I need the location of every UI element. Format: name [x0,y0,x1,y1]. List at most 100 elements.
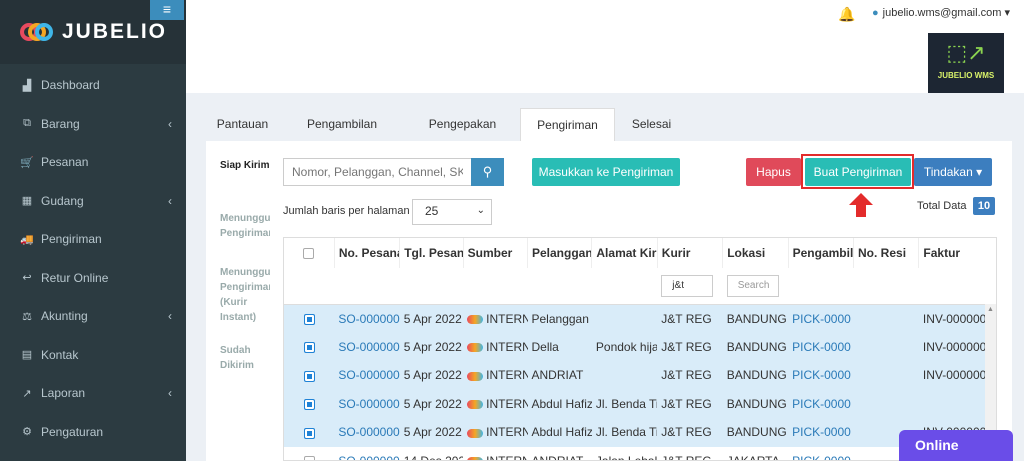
cloud-icon [467,343,484,353]
sidebar-item-dashboard[interactable]: ▟ Dashboard [0,66,186,105]
pick-number-link[interactable]: PICK-0000 [792,368,851,382]
column-header-faktur[interactable]: Faktur [918,238,996,268]
cell-sumber: INTERNAL [463,447,528,460]
table-row[interactable]: SO-0000005 Apr 2022 INTERNALAbdul HafizJl… [284,418,996,447]
tab-pengiriman[interactable]: Pengiriman [520,108,615,141]
cell-sumber: INTERNAL [463,418,528,447]
substep-sudah-dikirim[interactable]: Sudah Dikirim [220,343,270,373]
balance-scale-icon: ⚖ [22,310,32,323]
cell-tgl: 5 Apr 2022 [399,361,464,390]
order-number-link[interactable]: SO-000000 [338,368,399,382]
substep-menunggu-pengiriman-kurir-instant[interactable]: Menunggu Pengiriman (Kurir Instant) [220,265,270,325]
cell-alamat [591,304,658,333]
cell-lokasi: BANDUNG [722,304,789,333]
search-icon[interactable]: ⚲ [471,158,504,186]
building-icon: ▦ [21,195,33,208]
cell-lokasi: BANDUNG [722,332,789,361]
sidebar-item-label: Akunting [41,309,88,324]
cell-lokasi: JAKARTA [726,453,780,461]
user-menu[interactable]: ● jubelio.wms@gmail.com ▾ [872,6,1010,19]
shopping-cart-icon: 🛒 [20,156,34,169]
order-number-link[interactable]: SO-000000 [338,454,399,460]
sidebar-item-barang[interactable]: ⧉ Barang ‹ [0,105,186,144]
table-row[interactable]: SO-0000005 Apr 2022 INTERNALDellaPondok h… [284,332,996,361]
pick-number-link[interactable]: PICK-0000 [792,340,851,354]
tab-selesai[interactable]: Selesai [615,108,688,141]
column-header-no-resi[interactable]: No. Resi [853,238,920,268]
pick-number-link[interactable]: PICK-0000 [792,312,851,326]
cell-alamat: Jl. Benda Timur [591,389,658,418]
cell-no: SO-000000 [334,332,400,361]
pick-number-link[interactable]: PICK-0000 [792,454,851,460]
row-checkbox[interactable] [303,313,315,325]
cell-no: SO-000000 [334,418,400,447]
row-checkbox[interactable] [303,342,315,354]
cell-sumber: INTERNAL [463,304,528,333]
column-header-lokasi[interactable]: Lokasi [722,238,789,268]
pick-number-link[interactable]: PICK-0000 [792,397,851,411]
sidebar-item-kontak[interactable]: ▤ Kontak [0,336,186,375]
sidebar-item-gudang[interactable]: ▦ Gudang ‹ [0,182,186,221]
order-number-link[interactable]: SO-000000 [338,340,399,354]
column-header-tgl-pesanan[interactable]: Tgl. Pesanan [399,238,464,268]
hamburger-icon[interactable]: ≡ [150,0,184,20]
row-select-cell [284,304,335,333]
online-chat-button[interactable]: Online [899,430,1013,461]
column-header-alamat-kirim[interactable]: Alamat Kirim [591,238,658,268]
wms-chart-icon: ⬚↗ [946,40,986,65]
row-select-cell [284,418,335,447]
row-checkbox[interactable] [303,456,315,460]
sidebar-item-retur-online[interactable]: ↩ Retur Online [0,259,186,298]
order-number-link[interactable]: SO-000000 [338,425,399,439]
lokasi-filter-input[interactable]: Search [726,274,779,297]
tab-pengambilan[interactable]: Pengambilan [279,108,405,141]
table-row[interactable]: SO-0000005 Apr 2022 INTERNALAbdul HafizJl… [284,389,996,418]
table-row[interactable]: SO-0000005 Apr 2022 INTERNALPelanggan Umu… [284,304,996,333]
order-number-link[interactable]: SO-000000 [338,312,399,326]
kurir-filter-input[interactable]: j&t [661,274,714,297]
sidebar-item-akunting[interactable]: ⚖ Akunting ‹ [0,297,186,336]
column-header-no-pesanan[interactable]: No. Pesanan [334,238,401,268]
cell-alamat [591,361,658,390]
buat-pengiriman-button[interactable]: Buat Pengiriman [805,158,911,186]
pick-number-link[interactable]: PICK-0000 [792,425,851,439]
total-data-badge: 10 [973,197,995,215]
column-header-pengambilan[interactable]: Pengambilan [788,238,855,268]
column-header-pelanggan[interactable]: Pelanggan [527,238,593,268]
table-row[interactable]: SO-0000005 Apr 2022 INTERNALANDRIAT J&T RE… [284,361,996,390]
arrow-up-icon [849,193,873,217]
row-checkbox[interactable] [303,399,315,411]
cell-kurir: J&T REG [657,361,723,390]
tab-pengepakan[interactable]: Pengepakan [405,108,520,141]
sidebar-item-pengaturan[interactable]: ⚙ Pengaturan [0,413,186,452]
hapus-button[interactable]: Hapus [746,158,801,186]
table-row[interactable]: SO-000000 14 Des 2021 INTERNAL ANDRIAT Jalan… [284,447,996,461]
search-input[interactable] [283,158,471,186]
substep-menunggu-pengiriman[interactable]: Menunggu Pengiriman [220,211,270,241]
reply-icon: ↩ [22,272,32,285]
order-number-link[interactable]: SO-000000 [338,397,399,411]
masukkan-ke-pengiriman-button[interactable]: Masukkan ke Pengiriman [532,158,680,186]
column-header-sumber[interactable]: Sumber [463,238,529,268]
tindakan-dropdown-button[interactable]: Tindakan ▾ [914,158,992,186]
sidebar-item-pengiriman[interactable]: 🚚 Pengiriman [0,220,186,259]
substep-siap-kirim[interactable]: Siap Kirim [220,158,270,173]
cell-pengambilan: PICK-0000 [788,332,854,361]
sidebar-item-laporan[interactable]: ↗ Laporan ‹ [0,374,186,413]
sidebar-item-pesanan[interactable]: 🛒 Pesanan [0,143,186,182]
sidebar-item-label: Kontak [41,347,79,362]
cell-sumber: INTERNAL [463,361,528,390]
tab-pantauan[interactable]: Pantauan [206,108,279,141]
tindakan-label: Tindakan [923,165,973,179]
address-card-icon: ▤ [21,349,33,362]
cell-no: SO-000000 [334,447,399,460]
bell-icon[interactable]: 🔔 [838,6,855,23]
select-all-checkbox[interactable] [303,248,315,260]
column-header-kurir[interactable]: Kurir [657,238,724,268]
row-checkbox[interactable] [303,370,315,382]
row-checkbox[interactable] [303,427,315,439]
source-text: INTERNAL [486,311,527,326]
rows-per-page-select[interactable]: 25 ⌄ [412,199,492,225]
cell-pengambilan: PICK-0000 [788,304,854,333]
scroll-up-icon[interactable]: ▲ [985,306,996,313]
